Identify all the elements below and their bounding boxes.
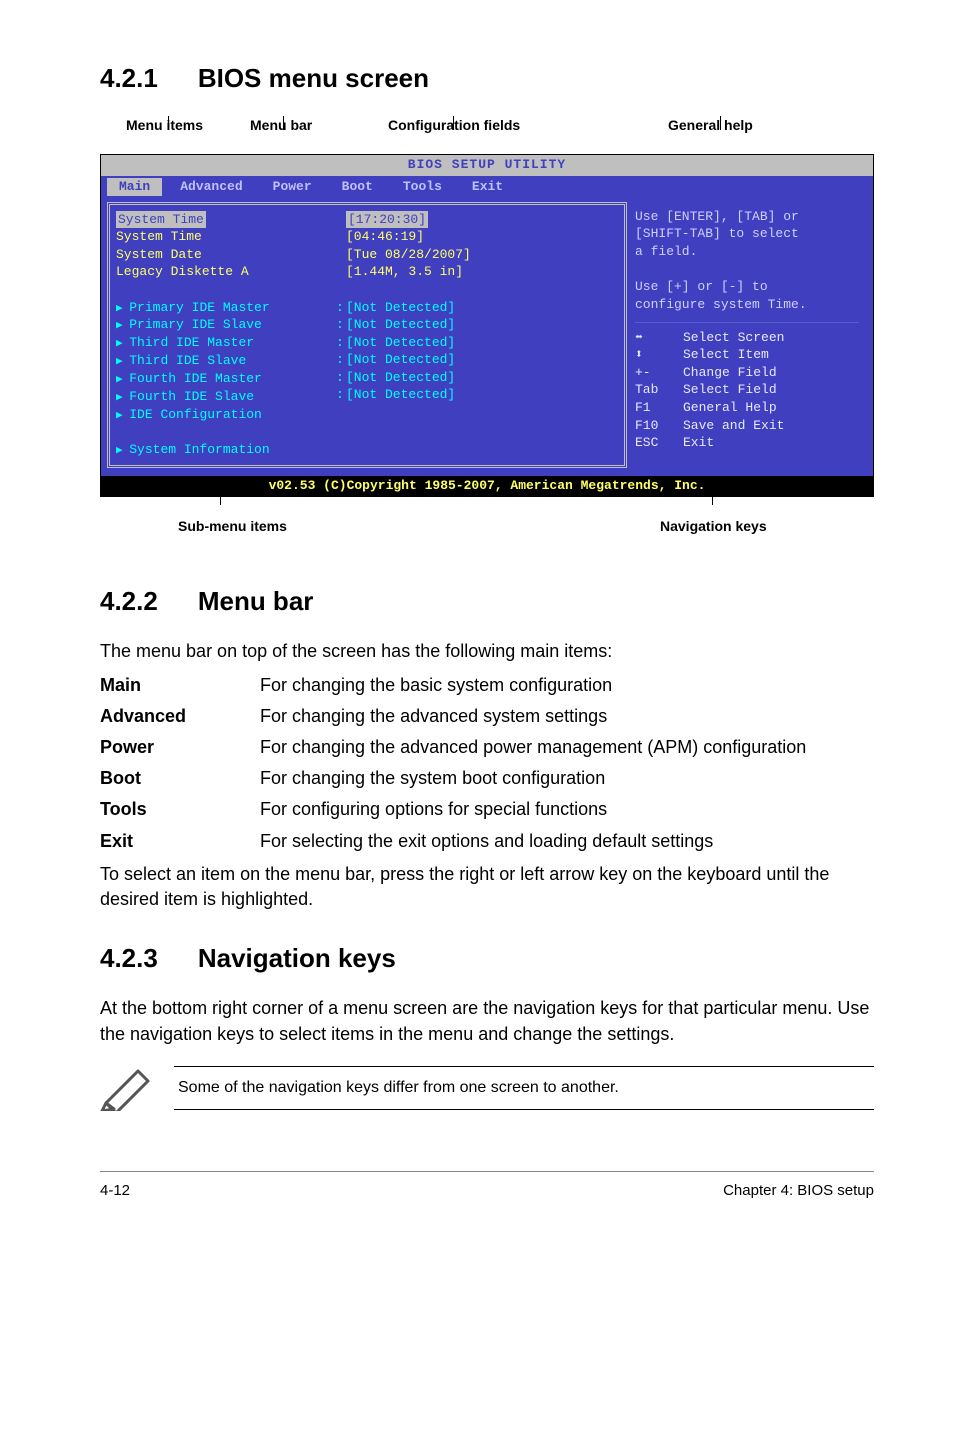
bios-left-pane: System Time System Time System Date Lega… (107, 202, 627, 468)
navkeys-body: At the bottom right corner of a menu scr… (100, 996, 874, 1046)
bios-item-systime-sel[interactable]: System Time (116, 211, 206, 229)
bios-val-pri-master: [Not Detected] (346, 299, 618, 317)
bios-item-3rd-slave[interactable]: Third IDE Slave (116, 352, 336, 370)
bios-tab-main[interactable]: Main (107, 178, 162, 196)
note-callout: Some of the navigation keys differ from … (100, 1065, 874, 1111)
bios-item-systime[interactable]: System Time (116, 228, 336, 246)
bios-tab-boot[interactable]: Boot (330, 178, 385, 196)
page-number: 4-12 (100, 1180, 130, 1201)
bios-help-pane: Use [ENTER], [TAB] or [SHIFT-TAB] to sel… (627, 202, 867, 468)
menubar-intro: The menu bar on top of the screen has th… (100, 639, 874, 664)
label-menu-bar: Menu bar (250, 116, 312, 136)
bios-item-3rd-master[interactable]: Third IDE Master (116, 334, 336, 352)
bios-values-col: [17:20:30] [04:46:19] [Tue 08/28/2007] [… (346, 211, 618, 459)
bios-val-4th-slave: [Not Detected] (346, 386, 618, 404)
bios-nav-legend: ⬌Select Screen ⬍Select Item +-Change Fie… (635, 329, 859, 452)
bios-val-pri-slave: [Not Detected] (346, 316, 618, 334)
note-text: Some of the navigation keys differ from … (174, 1066, 874, 1110)
menubar-table: MainFor changing the basic system config… (100, 673, 874, 854)
bios-window: BIOS SETUP UTILITY Main Advanced Power B… (100, 154, 874, 497)
help-line-4: Use [+] or [-] to (635, 278, 859, 296)
bios-item-4th-master[interactable]: Fourth IDE Master (116, 370, 336, 388)
label-navigation: Navigation keys (660, 517, 767, 537)
bios-item-sysdate[interactable]: System Date (116, 246, 336, 264)
help-line-2: a field. (635, 243, 859, 261)
page-footer: 4-12 Chapter 4: BIOS setup (100, 1171, 874, 1201)
bios-item-pri-master[interactable]: Primary IDE Master (116, 299, 336, 317)
label-config: Configuration fields (388, 116, 520, 136)
section-heading-421: 4.2.1BIOS menu screen (100, 60, 874, 96)
bios-val-4th-master: [Not Detected] (346, 369, 618, 387)
bios-fields-col: System Time System Time System Date Lega… (116, 211, 336, 459)
chapter-label: Chapter 4: BIOS setup (723, 1180, 874, 1201)
pencil-icon (100, 1065, 154, 1111)
bios-item-ide-config[interactable]: IDE Configuration (116, 406, 336, 424)
bios-footer: v02.53 (C)Copyright 1985-2007, American … (101, 476, 873, 496)
bios-item-sysinfo[interactable]: System Information (116, 441, 336, 459)
bottom-label-row: Sub-menu items Navigation keys (100, 497, 874, 547)
label-general: General help (668, 116, 753, 136)
bios-val-legacy: [1.44M, 3.5 in] (346, 263, 618, 281)
menubar-outro: To select an item on the menu bar, press… (100, 862, 874, 912)
bios-titlebar: BIOS SETUP UTILITY (101, 155, 873, 175)
section-heading-423: 4.2.3Navigation keys (100, 940, 874, 976)
section-heading-422: 4.2.2Menu bar (100, 583, 874, 619)
bios-item-pri-slave[interactable]: Primary IDE Slave (116, 316, 336, 334)
bios-tab-advanced[interactable]: Advanced (168, 178, 254, 196)
help-line-5: configure system Time. (635, 296, 859, 314)
bios-val-sysdate: [Tue 08/28/2007] (346, 246, 618, 264)
bios-val-3rd-master: [Not Detected] (346, 334, 618, 352)
bios-menubar: Main Advanced Power Boot Tools Exit (101, 176, 873, 198)
bios-val-systime: [04:46:19] (346, 228, 618, 246)
bios-tab-power[interactable]: Power (261, 178, 324, 196)
bios-val-3rd-slave: [Not Detected] (346, 351, 618, 369)
help-line-0: Use [ENTER], [TAB] or (635, 208, 859, 226)
bios-val-systime-sel: [17:20:30] (346, 211, 428, 229)
bios-tab-exit[interactable]: Exit (460, 178, 515, 196)
bios-tab-tools[interactable]: Tools (391, 178, 454, 196)
label-submenu-items: Sub-menu items (178, 517, 287, 537)
help-line-1: [SHIFT-TAB] to select (635, 225, 859, 243)
bios-item-4th-slave[interactable]: Fourth IDE Slave (116, 388, 336, 406)
top-label-row: Menu items Menu bar Configuration fields… (108, 116, 866, 154)
bios-item-legacy[interactable]: Legacy Diskette A (116, 263, 336, 281)
label-menu-items: Menu items (126, 116, 203, 136)
